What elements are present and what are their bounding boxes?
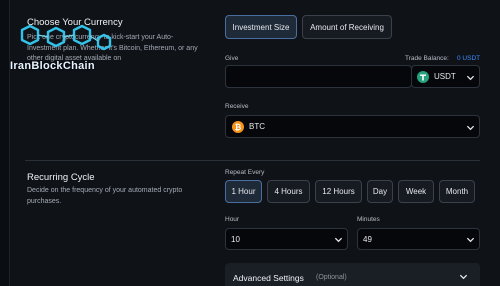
chevron-down-icon xyxy=(459,274,468,280)
give-currency-label: USDT xyxy=(434,72,456,81)
give-currency-select[interactable]: USDT xyxy=(411,65,480,88)
chevron-down-icon xyxy=(466,237,475,243)
hour-value: 10 xyxy=(231,235,240,244)
chevron-down-icon xyxy=(334,237,343,243)
receive-currency-select[interactable]: ₿ BTC xyxy=(225,115,480,138)
tether-icon xyxy=(417,71,429,83)
tab-investment-size[interactable]: Investment Size xyxy=(225,15,297,39)
give-label: Give xyxy=(225,55,239,62)
tab-amount-of-receiving[interactable]: Amount of Receiving xyxy=(302,15,392,39)
minutes-select[interactable]: 49 xyxy=(357,228,480,250)
watermark-text: IranBlockChain xyxy=(10,60,95,72)
give-amount-input[interactable] xyxy=(225,65,412,88)
trade-balance-value: 0 USDT xyxy=(457,55,481,62)
repeat-option-1-hour[interactable]: 1 Hour xyxy=(225,180,262,203)
receive-label: Receive xyxy=(225,103,249,110)
advanced-settings-optional: (Optional) xyxy=(316,274,347,281)
bitcoin-icon: ₿ xyxy=(232,121,244,133)
svg-text:₿: ₿ xyxy=(235,123,242,132)
repeat-option-week[interactable]: Week xyxy=(398,180,434,203)
hour-select[interactable]: 10 xyxy=(225,228,348,250)
section-divider xyxy=(25,160,480,161)
repeat-every-label: Repeat Every xyxy=(225,169,265,176)
recurring-section-title: Recurring Cycle xyxy=(27,172,95,183)
chevron-down-icon xyxy=(466,75,475,81)
minutes-value: 49 xyxy=(363,235,372,244)
chevron-down-icon xyxy=(466,125,475,131)
hour-label: Hour xyxy=(225,216,240,223)
recurring-section-description: Decide on the frequency of your automate… xyxy=(27,187,183,205)
repeat-option-4-hours[interactable]: 4 Hours xyxy=(267,180,310,203)
receive-currency-label: BTC xyxy=(249,122,265,131)
repeat-option-12-hours[interactable]: 12 Hours xyxy=(315,180,362,203)
minutes-label: Minutes xyxy=(357,216,380,223)
repeat-option-day[interactable]: Day xyxy=(367,180,393,203)
advanced-settings-title: Advanced Settings xyxy=(233,273,304,283)
trade-balance-label: Trade Balance: xyxy=(405,55,449,62)
repeat-option-month[interactable]: Month xyxy=(439,180,475,203)
advanced-settings-toggle[interactable]: Advanced Settings (Optional) xyxy=(225,263,480,286)
